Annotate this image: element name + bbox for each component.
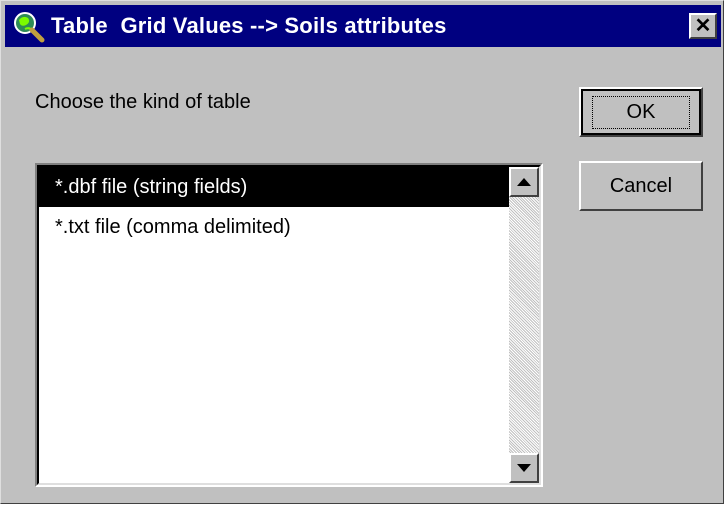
window-title: Table Grid Values --> Soils attributes (51, 13, 447, 38)
close-button[interactable]: ✕ (689, 13, 717, 39)
close-icon: ✕ (694, 15, 712, 37)
globe-magnifier-icon (11, 9, 45, 43)
vertical-scrollbar[interactable] (509, 167, 539, 483)
scroll-down-button[interactable] (509, 453, 539, 483)
list-item-label: *.dbf file (string fields) (55, 176, 248, 198)
table-kind-dialog: Table Grid Values --> Soils attributes ✕… (0, 0, 724, 504)
prompt-label: Choose the kind of table (35, 91, 251, 113)
list-item-txt[interactable]: *.txt file (comma delimited) (39, 207, 513, 247)
cancel-button[interactable]: Cancel (579, 161, 703, 211)
title-bar[interactable]: Table Grid Values --> Soils attributes ✕ (5, 5, 721, 47)
table-kind-listbox[interactable]: *.dbf file (string fields) *.txt file (c… (35, 163, 543, 487)
list-item-label: *.txt file (comma delimited) (55, 216, 291, 238)
cancel-button-label: Cancel (609, 174, 673, 197)
arrow-up-icon (517, 178, 531, 186)
ok-button-label: OK (591, 95, 691, 129)
arrow-down-icon (517, 464, 531, 472)
list-item-dbf[interactable]: *.dbf file (string fields) (39, 167, 513, 207)
scroll-up-button[interactable] (509, 167, 539, 197)
ok-button[interactable]: OK (579, 87, 703, 137)
list-items: *.dbf file (string fields) *.txt file (c… (39, 167, 513, 247)
listbox-frame: *.dbf file (string fields) *.txt file (c… (37, 165, 541, 485)
